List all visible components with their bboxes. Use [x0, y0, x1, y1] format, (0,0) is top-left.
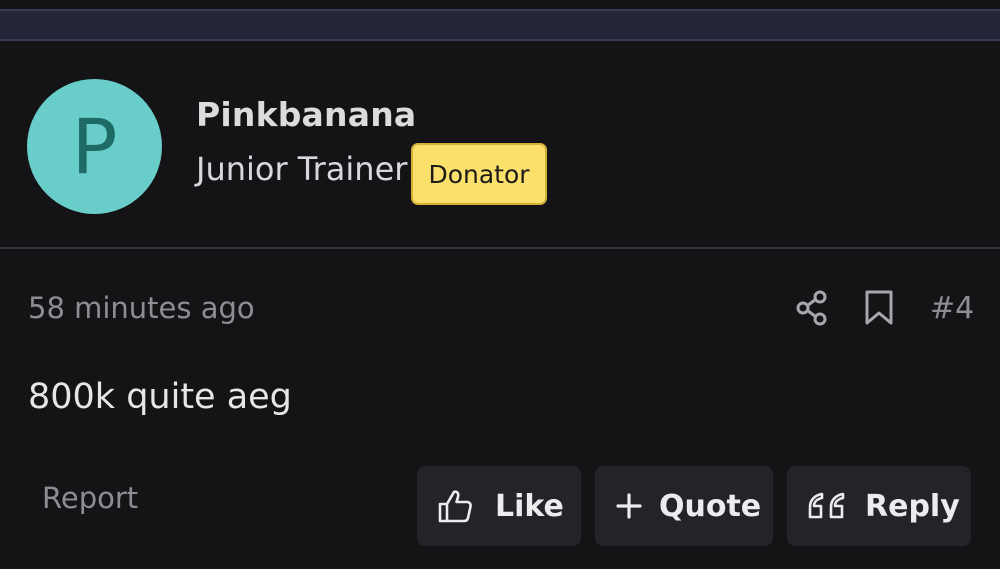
- user-title: Junior Trainer: [196, 150, 408, 188]
- thumbs-up-icon: [437, 488, 473, 524]
- top-nav-strip: [0, 0, 1000, 42]
- reply-button[interactable]: Reply: [787, 466, 971, 546]
- post-user-header: P Pinkbanana Junior Trainer Donator: [0, 42, 1000, 249]
- post-message: 800k quite aeg: [28, 377, 292, 417]
- top-nav-bar: [0, 9, 1000, 41]
- post-number[interactable]: #4: [930, 291, 974, 326]
- avatar[interactable]: P: [27, 79, 162, 214]
- like-label: Like: [495, 488, 564, 524]
- like-button[interactable]: Like: [417, 466, 581, 546]
- reply-label: Reply: [865, 488, 960, 524]
- post-body: 58 minutes ago #4 800k quite aeg Report …: [0, 249, 1000, 569]
- avatar-letter: P: [71, 102, 118, 191]
- quote-button[interactable]: Quote: [595, 466, 773, 546]
- quote-marks-icon: [807, 491, 847, 521]
- share-icon[interactable]: [795, 290, 829, 326]
- post-timestamp[interactable]: 58 minutes ago: [28, 291, 255, 325]
- bookmark-icon[interactable]: [864, 290, 894, 326]
- username[interactable]: Pinkbanana: [196, 95, 416, 134]
- quote-label: Quote: [659, 488, 762, 524]
- report-link[interactable]: Report: [42, 481, 138, 515]
- plus-icon: [615, 492, 643, 520]
- donator-badge: Donator: [411, 143, 547, 205]
